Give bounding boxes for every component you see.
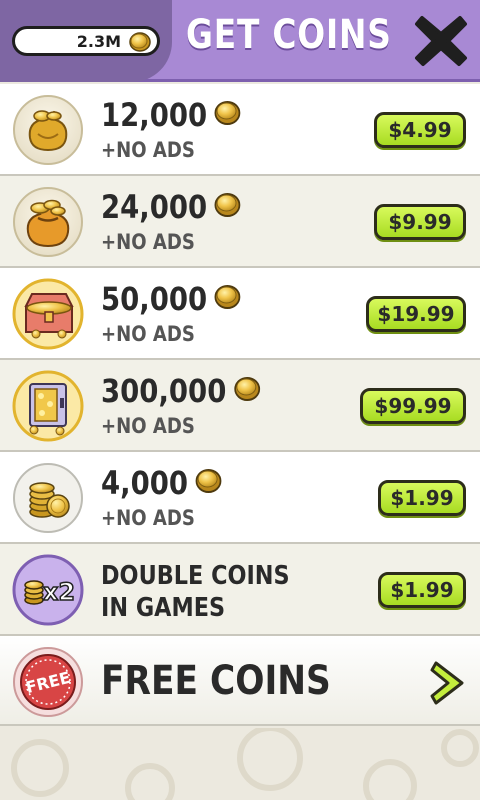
buy-button-50000[interactable]: $19.99 <box>366 296 466 332</box>
coin-icon <box>234 377 260 401</box>
chevron-right-icon[interactable] <box>428 658 468 708</box>
buy-button-12000[interactable]: $4.99 <box>374 112 466 148</box>
offer-amount: 300,000 <box>101 372 261 410</box>
buy-button-double-coins[interactable]: $1.99 <box>378 572 466 608</box>
offer-row-50000[interactable]: 50,000 +NO ADS $19.99 <box>0 268 480 360</box>
free-coins-row[interactable]: FREE FREE COINS <box>0 636 480 726</box>
large-coin-bag-icon <box>13 187 83 257</box>
coin-offer-list: 12,000 +NO ADS $4.99 24,000 +NO ADS $9.9… <box>0 84 480 726</box>
close-x-icon[interactable] <box>412 12 470 70</box>
no-ads-label: +NO ADS <box>101 414 195 438</box>
coin-icon <box>129 32 151 52</box>
buy-button-24000[interactable]: $9.99 <box>374 204 466 240</box>
offer-amount: 4,000 <box>101 464 222 502</box>
coin-balance-value: 2.3M <box>76 32 121 51</box>
offer-row-4000[interactable]: 4,000 +NO ADS $1.99 <box>0 452 480 544</box>
offer-row-24000[interactable]: 24,000 +NO ADS $9.99 <box>0 176 480 268</box>
offer-amount: 50,000 <box>101 280 242 318</box>
coin-vault-icon <box>12 370 84 442</box>
coin-stack-icon <box>13 463 83 533</box>
free-stamp-icon: FREE <box>13 647 83 717</box>
offer-amount: 12,000 <box>101 96 242 134</box>
offer-row-12000[interactable]: 12,000 +NO ADS $4.99 <box>0 84 480 176</box>
buy-button-4000[interactable]: $1.99 <box>378 480 466 516</box>
small-coin-bag-icon <box>13 95 83 165</box>
offer-amount: 24,000 <box>101 188 242 226</box>
no-ads-label: +NO ADS <box>101 322 195 346</box>
coin-balance: 2.3M <box>12 26 160 56</box>
no-ads-label: +NO ADS <box>101 230 195 254</box>
coin-icon <box>195 469 222 493</box>
buy-button-300000[interactable]: $99.99 <box>360 388 466 424</box>
coin-icon <box>214 285 241 309</box>
coin-icon <box>214 193 241 217</box>
offer-row-double-coins[interactable]: x2 DOUBLE COINS IN GAMES $1.99 <box>0 544 480 636</box>
header-bar: 2.3M GET COINS <box>0 0 480 82</box>
coin-icon <box>214 101 241 125</box>
page-title: GET COINS <box>186 12 392 58</box>
background-coin-pattern <box>11 728 479 800</box>
double-coins-icon: x2 <box>12 554 84 626</box>
no-ads-label: +NO ADS <box>101 138 195 162</box>
balance-panel: 2.3M <box>0 0 172 82</box>
no-ads-label: +NO ADS <box>101 506 195 530</box>
free-coins-label: FREE COINS <box>101 658 331 704</box>
offer-row-300000[interactable]: 300,000 +NO ADS $99.99 <box>0 360 480 452</box>
double-coins-badge: x2 <box>43 578 75 606</box>
treasure-chest-icon <box>12 278 84 350</box>
double-coins-label: DOUBLE COINS IN GAMES <box>101 561 290 623</box>
